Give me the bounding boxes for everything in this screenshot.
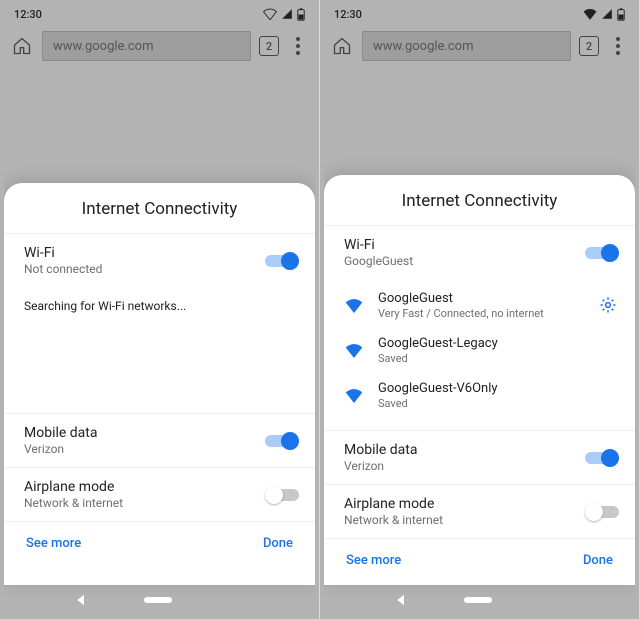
gear-icon[interactable] — [599, 296, 619, 316]
status-bar: 12:30 — [324, 4, 635, 24]
wifi-sublabel: GoogleGuest — [344, 254, 585, 268]
home-icon[interactable] — [10, 34, 34, 58]
network-sublabel: Saved — [378, 352, 619, 365]
network-sublabel: Saved — [378, 397, 619, 410]
tab-switcher[interactable]: 2 — [259, 36, 279, 56]
system-nav-bar — [4, 585, 315, 615]
tab-switcher[interactable]: 2 — [579, 36, 599, 56]
system-nav-bar — [324, 585, 635, 615]
wifi-toggle[interactable] — [585, 243, 619, 263]
overflow-menu-icon[interactable] — [607, 37, 629, 55]
nav-home-pill[interactable] — [464, 597, 492, 603]
network-row[interactable]: GoogleGuest-V6Only Saved — [324, 373, 635, 418]
browser-toolbar: www.google.com 2 — [324, 24, 635, 68]
wifi-status-line: Searching for Wi-Fi networks... — [4, 287, 315, 327]
sheet-title: Internet Connectivity — [4, 183, 315, 233]
overflow-menu-icon[interactable] — [287, 37, 309, 55]
battery-icon — [617, 8, 625, 21]
cellular-signal-icon — [601, 8, 613, 20]
address-bar[interactable]: www.google.com — [362, 31, 571, 61]
airplane-mode-label: Airplane mode — [344, 496, 585, 512]
see-more-button[interactable]: See more — [26, 536, 81, 551]
network-name: GoogleGuest — [378, 291, 585, 306]
battery-icon — [297, 8, 305, 21]
network-name: GoogleGuest-V6Only — [378, 381, 619, 396]
tab-count-value: 2 — [266, 40, 272, 53]
status-time: 12:30 — [334, 8, 362, 21]
mobile-data-row[interactable]: Mobile data Verizon — [4, 413, 315, 467]
wifi-network-list: GoogleGuest Very Fast / Connected, no in… — [324, 279, 635, 430]
wifi-row[interactable]: Wi-Fi Not connected — [4, 233, 315, 287]
url-text: www.google.com — [373, 39, 473, 54]
wifi-toggle[interactable] — [265, 251, 299, 271]
network-row[interactable]: GoogleGuest-Legacy Saved — [324, 328, 635, 373]
url-text: www.google.com — [53, 39, 153, 54]
mobile-data-label: Mobile data — [344, 442, 585, 458]
airplane-mode-toggle[interactable] — [265, 485, 299, 505]
airplane-mode-row[interactable]: Airplane mode Network & internet — [4, 467, 315, 521]
airplane-mode-sublabel: Network & internet — [24, 496, 265, 510]
address-bar[interactable]: www.google.com — [42, 31, 251, 61]
done-button[interactable]: Done — [263, 536, 293, 551]
airplane-mode-label: Airplane mode — [24, 479, 265, 495]
airplane-mode-sublabel: Network & internet — [344, 513, 585, 527]
nav-back-icon[interactable] — [77, 595, 84, 605]
mobile-data-row[interactable]: Mobile data Verizon — [324, 430, 635, 484]
connectivity-sheet: Internet Connectivity Wi-Fi GoogleGuest … — [324, 175, 635, 585]
network-name: GoogleGuest-Legacy — [378, 336, 619, 351]
mobile-data-sublabel: Verizon — [24, 442, 265, 456]
home-icon[interactable] — [330, 34, 354, 58]
wifi-label: Wi-Fi — [24, 245, 265, 261]
wifi-label: Wi-Fi — [344, 237, 585, 253]
mobile-data-toggle[interactable] — [585, 448, 619, 468]
airplane-mode-row[interactable]: Airplane mode Network & internet — [324, 484, 635, 538]
network-row[interactable]: GoogleGuest Very Fast / Connected, no in… — [324, 283, 635, 328]
sheet-footer: See more Done — [324, 538, 635, 584]
wifi-status-icon — [263, 8, 277, 20]
done-button[interactable]: Done — [583, 553, 613, 568]
sheet-footer: See more Done — [4, 521, 315, 567]
wifi-icon — [344, 386, 364, 406]
sheet-title: Internet Connectivity — [324, 175, 635, 225]
nav-home-pill[interactable] — [144, 597, 172, 603]
wifi-status-icon — [583, 8, 597, 20]
mobile-data-toggle[interactable] — [265, 431, 299, 451]
mobile-data-sublabel: Verizon — [344, 459, 585, 473]
cellular-signal-icon — [281, 8, 293, 20]
status-bar: 12:30 — [4, 4, 315, 24]
nav-back-icon[interactable] — [397, 595, 404, 605]
network-sublabel: Very Fast / Connected, no internet — [378, 307, 585, 320]
wifi-sublabel: Not connected — [24, 262, 265, 276]
wifi-icon — [344, 341, 364, 361]
see-more-button[interactable]: See more — [346, 553, 401, 568]
tab-count-value: 2 — [586, 40, 592, 53]
airplane-mode-toggle[interactable] — [585, 502, 619, 522]
wifi-icon — [344, 296, 364, 316]
browser-toolbar: www.google.com 2 — [4, 24, 315, 68]
status-time: 12:30 — [14, 8, 42, 21]
phone-right: 12:30 www.google.com 2 — [320, 0, 640, 619]
mobile-data-label: Mobile data — [24, 425, 265, 441]
connectivity-sheet: Internet Connectivity Wi-Fi Not connecte… — [4, 183, 315, 585]
phone-left: 12:30 www.google.com 2 — [0, 0, 320, 619]
wifi-row[interactable]: Wi-Fi GoogleGuest — [324, 225, 635, 279]
